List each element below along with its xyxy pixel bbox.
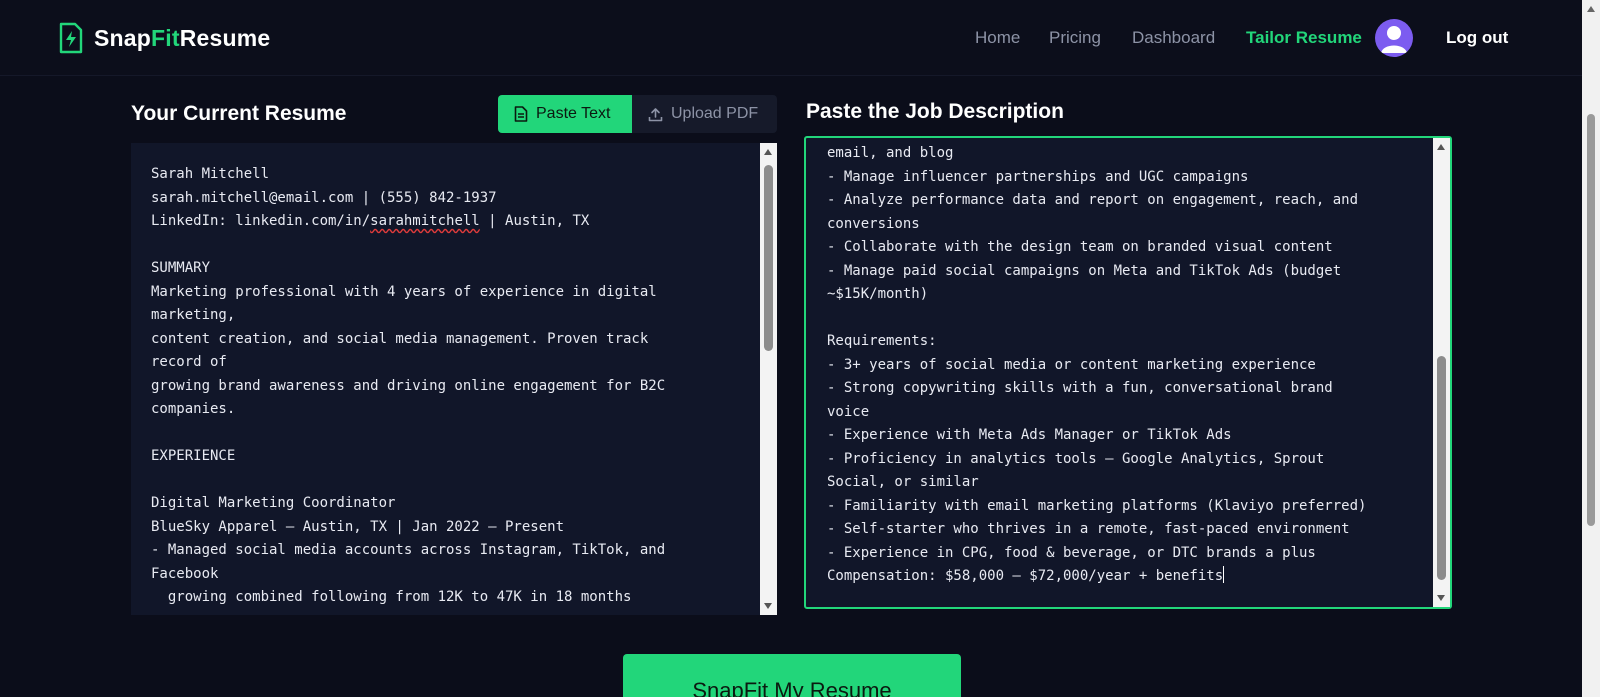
resume-scrollbar[interactable] — [760, 143, 777, 615]
scroll-down-arrow-icon[interactable] — [1437, 595, 1445, 601]
nav-tailor-resume[interactable]: Tailor Resume — [1246, 28, 1362, 48]
user-icon — [1381, 26, 1407, 53]
resume-heading: Your Current Resume — [131, 102, 347, 125]
page: SnapFitResume Home Pricing Dashboard Tai… — [0, 0, 1600, 697]
compensation-line: Compensation: $58,000 – $72,000/year + b… — [827, 568, 1224, 584]
page-scroll-thumb[interactable] — [1587, 114, 1595, 526]
nav-dashboard[interactable]: Dashboard — [1132, 28, 1215, 48]
resume-name-line: Sarah Mitchell — [151, 166, 270, 182]
nav-pricing[interactable]: Pricing — [1049, 28, 1101, 48]
logo-text-fit: Fit — [151, 24, 180, 51]
upload-pdf-label: Upload PDF — [671, 105, 759, 122]
upload-icon — [648, 107, 663, 121]
user-avatar[interactable] — [1375, 19, 1413, 57]
logo-text-resume: Resume — [179, 24, 271, 51]
file-text-icon — [514, 106, 528, 122]
resume-input-toggle: Paste Text Upload PDF — [498, 95, 777, 133]
scroll-up-arrow-icon[interactable] — [1437, 144, 1445, 150]
page-scrollbar[interactable] — [1582, 0, 1600, 697]
resume-contact-line: sarah.mitchell@email.com | (555) 842-193… — [151, 189, 497, 206]
snapfit-resume-button[interactable]: SnapFit My Resume — [623, 654, 961, 697]
linkedin-prefix: LinkedIn: linkedin.com/in/ — [151, 213, 371, 229]
paste-text-tab[interactable]: Paste Text — [498, 95, 632, 133]
scroll-down-arrow-icon[interactable] — [764, 603, 772, 609]
logo[interactable]: SnapFitResume — [58, 22, 270, 54]
linkedin-suffix: | Austin, TX — [479, 213, 590, 229]
logo-text-snap: Snap — [94, 24, 152, 51]
text-caret — [1223, 566, 1225, 583]
resume-textarea[interactable]: Sarah Mitchell sarah.mitchell@email.com … — [131, 143, 777, 615]
logo-text: SnapFitResume — [94, 25, 270, 52]
job-description-textarea[interactable]: email, and blog - Manage influencer part… — [804, 136, 1452, 609]
linkedin-handle-misspelled: sarahmitchell — [370, 213, 480, 229]
resume-body-text: SUMMARY Marketing professional with 4 ye… — [151, 260, 666, 605]
scroll-up-arrow-icon[interactable] — [764, 149, 772, 155]
job-scroll-thumb[interactable] — [1437, 356, 1446, 580]
nav-home[interactable]: Home — [975, 28, 1020, 48]
page-scroll-up-icon[interactable] — [1587, 6, 1595, 12]
job-description-scrollbar[interactable] — [1433, 138, 1450, 607]
resume-linkedin-line: LinkedIn: linkedin.com/in/sarahmitchell … — [151, 213, 589, 229]
document-bolt-icon — [59, 22, 83, 54]
job-description-text: email, and blog - Manage influencer part… — [827, 145, 1367, 561]
logout-link[interactable]: Log out — [1446, 28, 1508, 48]
resume-scroll-thumb[interactable] — [764, 165, 773, 351]
job-description-heading: Paste the Job Description — [806, 100, 1064, 123]
upload-pdf-tab[interactable]: Upload PDF — [632, 95, 777, 133]
top-nav-bar: SnapFitResume Home Pricing Dashboard Tai… — [0, 0, 1582, 76]
paste-text-label: Paste Text — [536, 105, 611, 122]
